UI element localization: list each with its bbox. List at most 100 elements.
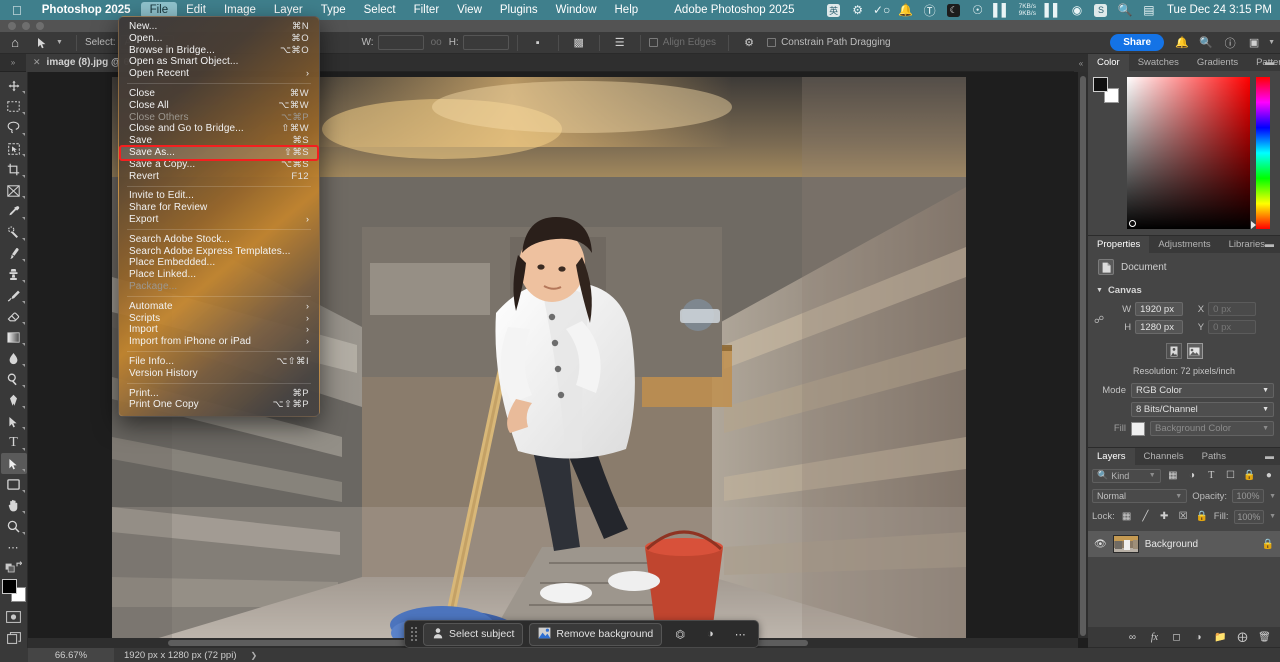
more-options-icon[interactable]: ⋯: [728, 624, 752, 644]
width-input[interactable]: [377, 35, 424, 50]
menu-item-print-one-copy[interactable]: Print One Copy ⌥⇧⌘P: [119, 399, 319, 411]
spot-healing-brush-tool[interactable]: [1, 222, 27, 243]
adjustment-layer-icon[interactable]: ◑: [1191, 630, 1206, 645]
adjustment-icon[interactable]: ◑: [698, 624, 722, 644]
portrait-orientation-icon[interactable]: [1165, 343, 1182, 359]
active-app-name[interactable]: Photoshop 2025: [32, 4, 141, 16]
path-operations-icon[interactable]: ▪: [526, 32, 550, 54]
menu-item-export[interactable]: Export ›: [119, 214, 319, 226]
align-edges-checkbox[interactable]: [648, 38, 658, 47]
menu-item-place-linked[interactable]: Place Linked...: [119, 269, 319, 281]
panel-menu-icon[interactable]: ▬: [1265, 58, 1275, 67]
link-dimensions-icon[interactable]: oo: [431, 37, 442, 48]
menu-item-import[interactable]: Import ›: [119, 324, 319, 336]
menu-type[interactable]: Type: [312, 2, 355, 18]
menu-item-new[interactable]: New... ⌘N: [119, 21, 319, 33]
pen-tool[interactable]: [1, 390, 27, 411]
menu-item-print[interactable]: Print... ⌘P: [119, 388, 319, 400]
panel-menu-icon[interactable]: ▬: [1265, 452, 1275, 461]
close-window-button[interactable]: [8, 22, 16, 30]
settings-gear-icon[interactable]: ⚙: [737, 32, 761, 54]
tab-adjustments[interactable]: Adjustments: [1149, 236, 1219, 253]
select-subject-button[interactable]: Select subject: [423, 622, 524, 646]
remove-background-button[interactable]: Remove background: [529, 622, 663, 646]
link-dimensions-icon[interactable]: ☍: [1094, 315, 1104, 326]
hue-slider-marker[interactable]: [1251, 221, 1256, 229]
eye-icon[interactable]: 👁: [1094, 539, 1107, 550]
hand-tool[interactable]: [1, 495, 27, 516]
move-tool[interactable]: [1, 75, 27, 96]
rectangle-tool[interactable]: [1, 474, 27, 495]
menu-item-open-as-smart-object[interactable]: Open as Smart Object...: [119, 56, 319, 68]
layer-mask-icon[interactable]: ◻: [1169, 630, 1184, 645]
type-tool[interactable]: T: [1, 432, 27, 453]
default-colors-swap-icon[interactable]: [1, 558, 27, 575]
bookmarks-icon[interactable]: ▌▌: [1041, 0, 1065, 20]
lock-artboard-icon[interactable]: ☒: [1176, 509, 1190, 524]
menu-window[interactable]: Window: [547, 2, 606, 18]
menu-item-invite-to-edit[interactable]: Invite to Edit...: [119, 190, 319, 202]
chevron-down-icon[interactable]: ▼: [1269, 513, 1276, 520]
collapse-panel-icon[interactable]: »: [0, 54, 26, 72]
tab-paths[interactable]: Paths: [1193, 448, 1235, 465]
menu-item-scripts[interactable]: Scripts ›: [119, 313, 319, 325]
color-picker-marker[interactable]: [1129, 220, 1136, 227]
eyedropper-tool[interactable]: [1, 201, 27, 222]
chevron-right-icon[interactable]: ❯: [237, 651, 258, 660]
landscape-orientation-icon[interactable]: [1186, 343, 1203, 359]
clock[interactable]: Tue Dec 24 3:15 PM: [1161, 4, 1272, 16]
menu-item-save-a-copy[interactable]: Save a Copy... ⌥⌘S: [119, 159, 319, 171]
height-input[interactable]: [462, 35, 509, 50]
menu-view[interactable]: View: [448, 2, 491, 18]
contextual-task-bar[interactable]: Select subject Remove background ⏣ ◑ ⋯: [404, 620, 760, 648]
layer-thumbnail[interactable]: [1112, 535, 1139, 553]
foreground-color-swatch[interactable]: [1, 579, 17, 595]
menu-item-search-adobe-express-templates[interactable]: Search Adobe Express Templates...: [119, 246, 319, 258]
menu-item-close-all[interactable]: Close All ⌥⌘W: [119, 100, 319, 112]
file-menu-dropdown[interactable]: New... ⌘N Open... ⌘O Browse in Bridge... ⌥⌘O O…: [118, 16, 320, 418]
lasso-tool[interactable]: [1, 117, 27, 138]
lock-all-icon[interactable]: 🔒: [1195, 509, 1209, 524]
tool-preset-chevron-icon[interactable]: ▼: [54, 39, 68, 46]
clone-stamp-tool[interactable]: [1, 264, 27, 285]
image-filter-icon[interactable]: ▦: [1166, 468, 1180, 483]
tab-swatches[interactable]: Swatches: [1129, 54, 1188, 71]
frame-tool[interactable]: [1, 180, 27, 201]
lock-position-icon[interactable]: ✚: [1157, 509, 1171, 524]
network-speed-indicator[interactable]: 7KB/s 9KB/s: [1014, 3, 1041, 17]
layer-style-icon[interactable]: fx: [1147, 630, 1162, 645]
maximize-window-button[interactable]: [36, 22, 44, 30]
filter-toggle-icon[interactable]: ●: [1262, 468, 1276, 483]
menu-item-automate[interactable]: Automate ›: [119, 301, 319, 313]
color-swatches[interactable]: [1093, 77, 1121, 103]
workspace-icon[interactable]: ▣: [1242, 32, 1266, 54]
blur-tool[interactable]: [1, 348, 27, 369]
tab-patterns[interactable]: Patterns: [1247, 54, 1280, 71]
color-field[interactable]: [1127, 77, 1250, 229]
menu-filter[interactable]: Filter: [405, 2, 449, 18]
dodge-tool[interactable]: [1, 369, 27, 390]
history-brush-tool[interactable]: [1, 285, 27, 306]
spotlight-search-icon[interactable]: 🔍: [1113, 0, 1137, 20]
menu-item-file-info[interactable]: File Info... ⌥⇧⌘I: [119, 356, 319, 368]
menu-item-browse-in-bridge[interactable]: Browse in Bridge... ⌥⌘O: [119, 45, 319, 57]
input-source-icon[interactable]: 英: [822, 0, 846, 20]
fill-color-swatch[interactable]: [1131, 421, 1145, 436]
quick-mask-icon[interactable]: [1, 606, 27, 627]
menu-item-import-from-iphone-or-ipad[interactable]: Import from iPhone or iPad ›: [119, 336, 319, 348]
fill-type-dropdown[interactable]: Background Color ▼: [1150, 421, 1274, 436]
panel-menu-icon[interactable]: ▬: [1265, 240, 1275, 249]
canvas-height-input[interactable]: 1280 px: [1135, 320, 1184, 334]
canvas-width-input[interactable]: 1920 px: [1135, 302, 1184, 316]
brush-tool[interactable]: [1, 243, 27, 264]
wifi-icon[interactable]: ◉: [1065, 0, 1089, 20]
path-alignment-icon[interactable]: ▩: [567, 32, 591, 54]
move-tool-icon[interactable]: [30, 37, 54, 49]
tab-gradients[interactable]: Gradients: [1188, 54, 1247, 71]
menu-item-search-adobe-stock[interactable]: Search Adobe Stock...: [119, 234, 319, 246]
hue-slider[interactable]: [1251, 77, 1270, 229]
foreground-background-color[interactable]: [1, 579, 26, 603]
direct-selection-tool[interactable]: [0, 453, 27, 474]
adjustment-filter-icon[interactable]: ◑: [1185, 468, 1199, 483]
tab-channels[interactable]: Channels: [1135, 448, 1193, 465]
